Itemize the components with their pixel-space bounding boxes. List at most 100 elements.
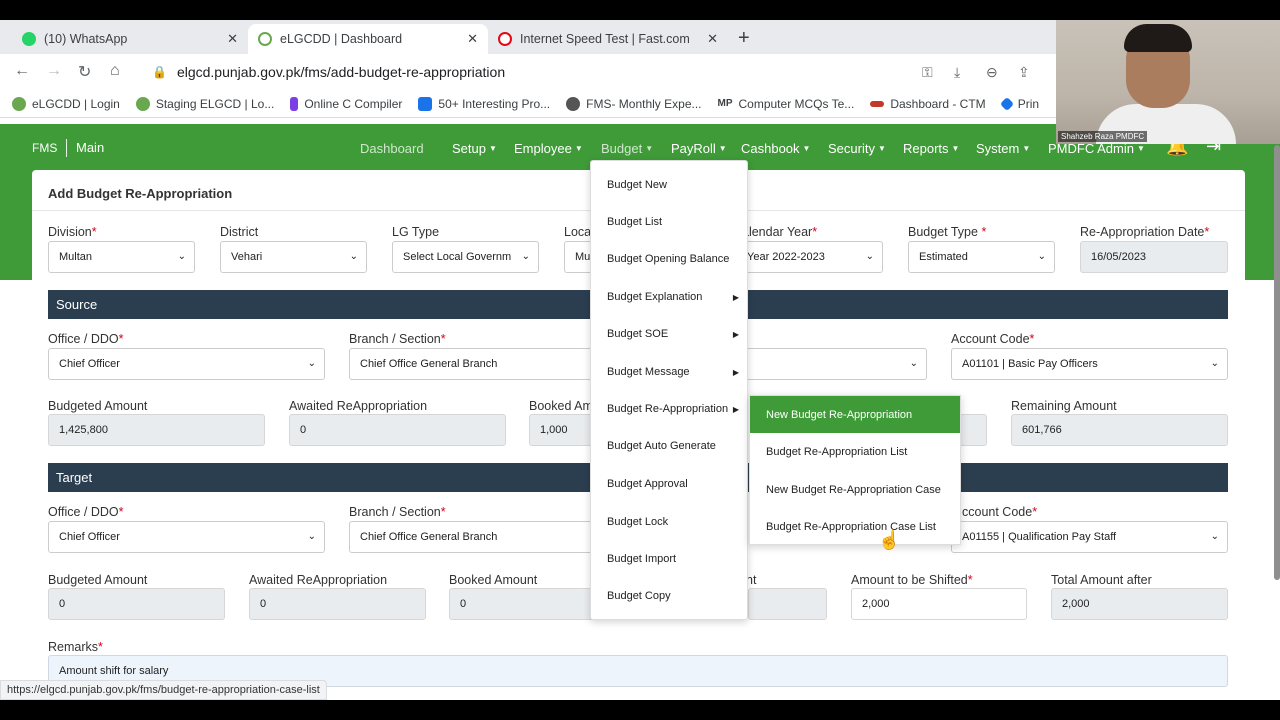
bookmark-item[interactable]: Staging ELGCD | Lo... <box>135 96 274 111</box>
target-partial-input[interactable] <box>748 588 827 620</box>
tab-elgcdd[interactable]: eLGCDD | Dashboard ✕ <box>248 24 488 54</box>
target-awaited-input[interactable]: 0 <box>249 588 426 620</box>
submenu-item-new-reappropriation[interactable]: New Budget Re-Appropriation <box>750 396 960 433</box>
remarks-label: Remarks* <box>48 640 103 654</box>
bookmark-item[interactable]: Online C Compiler <box>290 96 402 111</box>
division-label: Division* <box>48 225 97 239</box>
punjab-logo-icon <box>12 96 26 111</box>
submenu-item-new-reappropriation-case[interactable]: New Budget Re-Appropriation Case <box>750 471 960 508</box>
caret-down-icon: ▼ <box>951 144 960 153</box>
source-budgeted-input[interactable]: 1,425,800 <box>48 414 265 446</box>
target-total-input[interactable]: 2,000 <box>1051 588 1228 620</box>
required-mark: * <box>98 640 103 654</box>
reload-icon[interactable]: ↻ <box>78 62 91 82</box>
nav-security[interactable]: Security ▼ <box>828 141 886 156</box>
caret-down-icon: ▼ <box>574 144 583 153</box>
bookmark-item[interactable]: 50+ Interesting Pro... <box>418 96 550 111</box>
tab-fast[interactable]: Internet Speed Test | Fast.com ✕ <box>488 24 728 54</box>
budget-dropdown-menu: Budget New Budget List Budget Opening Ba… <box>590 160 748 620</box>
nav-payroll[interactable]: PayRoll ▼ <box>671 141 727 156</box>
select-value: Select Local Governm <box>403 251 512 263</box>
webcam-caption: Shahzeb Raza PMDFC <box>1058 131 1148 142</box>
nav-system[interactable]: System ▼ <box>976 141 1030 156</box>
target-account-select[interactable]: A01155 | Qualification Pay Staff ⌄ <box>951 521 1228 553</box>
reapp-date-input[interactable]: 16/05/2023 <box>1080 241 1228 273</box>
select-value: Estimated <box>919 251 968 263</box>
brand[interactable]: FMS <box>32 141 57 155</box>
source-booked-label: Booked Am <box>529 399 593 413</box>
division-select[interactable]: Multan ⌄ <box>48 241 195 273</box>
menu-item-budget-auto-generate[interactable]: Budget Auto Generate <box>607 440 716 452</box>
budget-type-label: Budget Type * <box>908 225 986 239</box>
back-icon[interactable]: ← <box>14 62 30 80</box>
source-account-select[interactable]: A01101 | Basic Pay Officers ⌄ <box>951 348 1228 380</box>
select-value: A01101 | Basic Pay Officers <box>962 358 1098 370</box>
bookmark-item[interactable]: eLGCDD | Login <box>12 96 120 111</box>
source-head-select[interactable]: ⌄ <box>740 348 927 380</box>
menu-item-budget-opening-balance[interactable]: Budget Opening Balance <box>607 253 729 265</box>
bookmark-item[interactable]: FMS- Monthly Expe... <box>566 96 702 111</box>
nav-setup[interactable]: Setup ▼ <box>452 141 497 156</box>
source-branch-select[interactable]: Chief Office General Branch <box>349 348 599 380</box>
new-tab-button[interactable]: + <box>738 27 750 50</box>
close-icon[interactable]: ✕ <box>467 31 478 47</box>
caret-down-icon: ▼ <box>718 144 727 153</box>
key-icon[interactable]: ⚿ <box>922 64 933 81</box>
menu-item-budget-explanation[interactable]: Budget Explanation <box>607 291 702 303</box>
menu-item-budget-reappropriation[interactable]: Budget Re-Appropriation <box>607 403 728 415</box>
nav-dashboard[interactable]: Dashboard <box>360 141 424 156</box>
tab-whatsapp[interactable]: (10) WhatsApp ✕ <box>12 24 248 54</box>
target-branch-label: Branch / Section* <box>349 505 446 519</box>
install-icon[interactable]: ⤓ <box>954 64 960 81</box>
calendar-year-select[interactable]: Year 2022-2023 ⌄ <box>738 241 883 273</box>
close-icon[interactable]: ✕ <box>707 31 718 47</box>
zoom-icon[interactable]: ⊖ <box>986 64 998 81</box>
menu-item-budget-list[interactable]: Budget List <box>607 216 662 228</box>
submenu-item-reappropriation-list[interactable]: Budget Re-Appropriation List <box>750 433 960 470</box>
district-select[interactable]: Vehari ⌄ <box>220 241 367 273</box>
target-office-label: Office / DDO* <box>48 505 124 519</box>
menu-item-budget-copy[interactable]: Budget Copy <box>607 590 671 602</box>
target-office-select[interactable]: Chief Officer ⌄ <box>48 521 325 553</box>
target-booked-input[interactable]: 0 <box>449 588 599 620</box>
source-remaining-input[interactable]: 601,766 <box>1011 414 1228 446</box>
address-bar[interactable]: 🔒 elgcd.punjab.gov.pk/fms/add-budget-re-… <box>142 58 1052 86</box>
ctm-icon <box>870 100 885 107</box>
page-scrollbar[interactable] <box>1274 145 1280 580</box>
brand-main-link[interactable]: Main <box>76 140 104 155</box>
source-awaited-input[interactable]: 0 <box>289 414 506 446</box>
menu-item-budget-import[interactable]: Budget Import <box>607 553 676 565</box>
label-text: Branch / Section <box>349 505 441 519</box>
forward-icon[interactable]: → <box>46 62 62 80</box>
nav-employee[interactable]: Employee ▼ <box>514 141 583 156</box>
home-icon[interactable]: ⌂ <box>110 62 120 80</box>
target-total-label: Total Amount after <box>1051 573 1152 587</box>
bookmark-item[interactable]: MP Computer MCQs Te... <box>718 97 855 111</box>
menu-item-budget-new[interactable]: Budget New <box>607 179 667 191</box>
tab-label: eLGCDD | Dashboard <box>280 32 403 46</box>
nav-reports[interactable]: Reports ▼ <box>903 141 959 156</box>
bookmark-item[interactable]: Prin <box>999 96 1039 111</box>
punjab-logo-icon <box>135 96 150 111</box>
menu-item-budget-lock[interactable]: Budget Lock <box>607 516 668 528</box>
required-mark: * <box>440 332 446 346</box>
target-budgeted-input[interactable]: 0 <box>48 588 225 620</box>
menu-item-budget-approval[interactable]: Budget Approval <box>607 478 688 490</box>
bookmark-item[interactable]: Dashboard - CTM <box>870 97 986 111</box>
source-booked-input[interactable]: 1,000 <box>529 414 599 446</box>
nav-cashbook[interactable]: Cashbook ▼ <box>741 141 810 156</box>
source-office-select[interactable]: Chief Officer ⌄ <box>48 348 325 380</box>
share-icon[interactable]: ⇪ <box>1018 64 1030 81</box>
bookmark-icon <box>418 96 433 111</box>
nav-budget[interactable]: Budget ▼ <box>601 141 653 156</box>
close-icon[interactable]: ✕ <box>227 31 238 47</box>
submenu-item-reappropriation-case-list[interactable]: Budget Re-Appropriation Case List <box>750 508 960 545</box>
menu-item-budget-soe[interactable]: Budget SOE <box>607 328 668 340</box>
menu-item-budget-message[interactable]: Budget Message <box>607 366 690 378</box>
lg-type-select[interactable]: Select Local Governm ⌄ <box>392 241 539 273</box>
target-shift-input[interactable]: 2,000 <box>851 588 1027 620</box>
bookmark-label: eLGCDD | Login <box>32 96 120 111</box>
required-mark: * <box>967 573 973 587</box>
target-branch-select[interactable]: Chief Office General Branch <box>349 521 599 553</box>
budget-type-select[interactable]: Estimated ⌄ <box>908 241 1055 273</box>
